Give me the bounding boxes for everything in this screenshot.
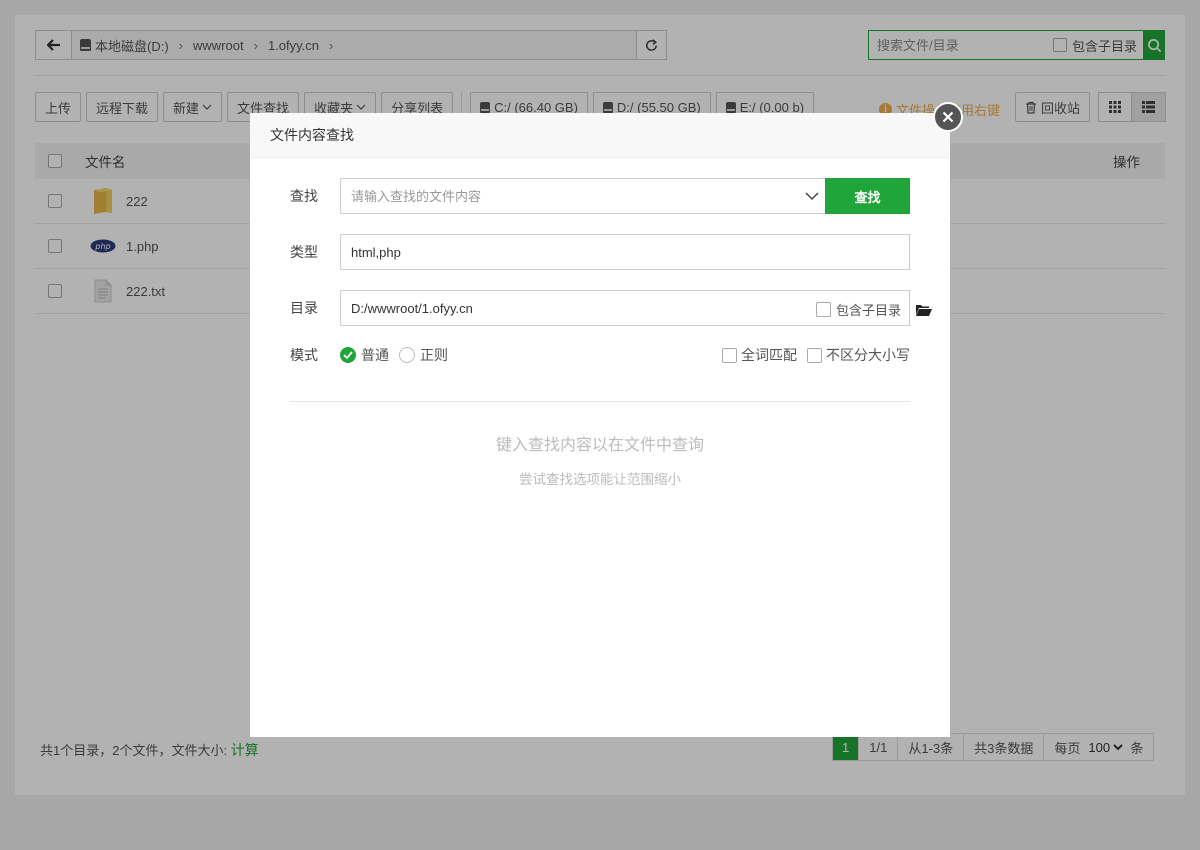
search-content-input[interactable] [341,179,791,213]
directory-input[interactable] [341,291,801,325]
mode-normal-label: 普通 [361,347,389,363]
close-dialog-button[interactable] [933,102,963,132]
dir-include-subdir-label: 包含子目录 [835,303,901,318]
dialog-title: 文件内容查找 [270,127,354,143]
directory-label: 目录 [290,300,318,316]
directory-field: 包含子目录 [340,290,910,326]
dir-include-subdir-checkbox[interactable]: 包含子目录 [815,300,901,319]
whole-word-checkbox[interactable]: 全词匹配 [722,345,797,365]
search-content-label: 查找 [290,188,318,204]
search-content-field [340,178,825,214]
file-type-field [340,234,910,270]
checkbox-icon [722,347,737,363]
file-type-row: 类型 [290,234,910,270]
close-icon [942,111,954,123]
content-search-dialog: 文件内容查找 查找 查找 类型 目录 包含子目录 [250,113,950,737]
file-type-input[interactable] [341,235,901,269]
search-content-row: 查找 查找 [290,178,910,214]
mode-label: 模式 [290,347,318,363]
mode-regex-radio[interactable]: 正则 [399,345,448,365]
ignore-case-checkbox[interactable]: 不区分大小写 [807,345,910,365]
mode-normal-radio[interactable]: 普通 [340,345,389,365]
chevron-down-icon[interactable] [805,191,819,201]
checkbox-icon [815,302,831,317]
folder-open-icon[interactable] [916,304,932,316]
ignore-case-label: 不区分大小写 [826,347,910,363]
whole-word-label: 全词匹配 [741,347,797,363]
directory-row: 目录 包含子目录 [290,290,932,326]
dialog-header: 文件内容查找 [250,113,950,158]
file-type-label: 类型 [290,244,318,260]
results-divider [290,401,910,402]
search-submit-button[interactable]: 查找 [825,178,910,214]
empty-state-title: 键入查找内容以在文件中查询 [495,437,704,454]
radio-unchecked-icon [399,347,415,363]
radio-checked-icon [340,347,356,363]
mode-regex-label: 正则 [420,347,448,363]
mode-row: 模式 普通 正则 全词匹配 不区分大小写 [290,345,910,365]
checkbox-icon [807,347,822,363]
empty-state-subtitle: 尝试查找选项能让范围缩小 [519,472,681,487]
